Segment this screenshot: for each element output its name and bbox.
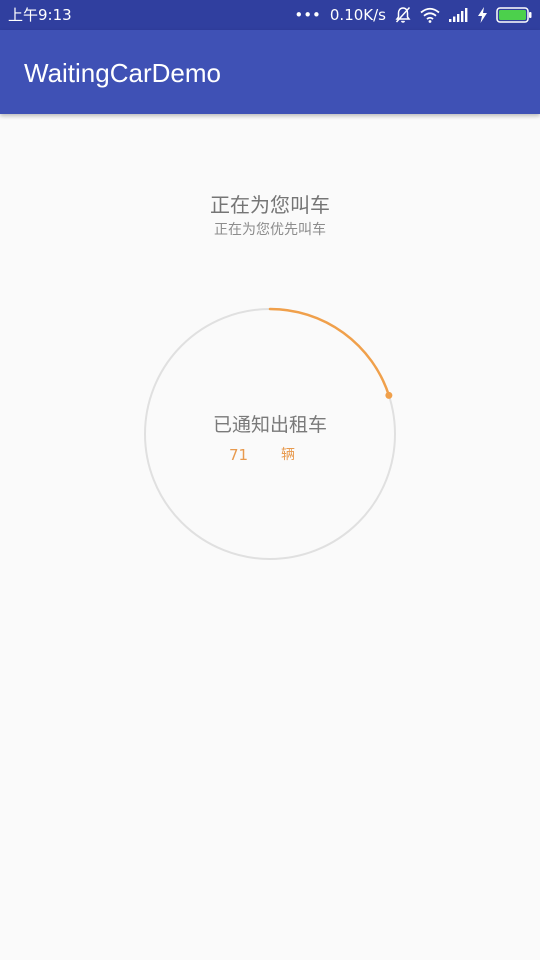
status-icons: ••• 0.10K/s bbox=[294, 4, 532, 26]
app-title: WaitingCarDemo bbox=[24, 58, 221, 88]
progress-ring: 已通知出租车 71 辆 bbox=[143, 307, 397, 561]
notifications-off-icon bbox=[395, 6, 411, 23]
status-time: 上午9:13 bbox=[8, 6, 72, 24]
network-speed: 0.10K/s bbox=[329, 6, 386, 24]
app-bar: WaitingCarDemo bbox=[0, 30, 540, 114]
signal-icon bbox=[449, 8, 468, 22]
main-content: 正在为您叫车 正在为您优先叫车 已通知出租车 71 辆 bbox=[0, 114, 540, 960]
charging-bolt-icon bbox=[478, 7, 487, 23]
calling-car-headline: 正在为您叫车 bbox=[210, 193, 330, 217]
calling-car-subline: 正在为您优先叫车 bbox=[214, 222, 326, 238]
wifi-icon bbox=[420, 7, 440, 23]
status-bar: 上午9:13 ••• 0.10K/s bbox=[0, 0, 540, 30]
notified-taxis-label: 已通知出租车 bbox=[212, 414, 327, 436]
notified-taxis-count: 71 bbox=[229, 446, 249, 464]
notified-taxis-unit: 辆 bbox=[281, 447, 295, 463]
progress-ring-arc bbox=[268, 307, 391, 397]
battery-icon bbox=[496, 7, 532, 23]
more-indicator: ••• bbox=[294, 6, 321, 24]
progress-ring-head-dot bbox=[385, 391, 393, 399]
